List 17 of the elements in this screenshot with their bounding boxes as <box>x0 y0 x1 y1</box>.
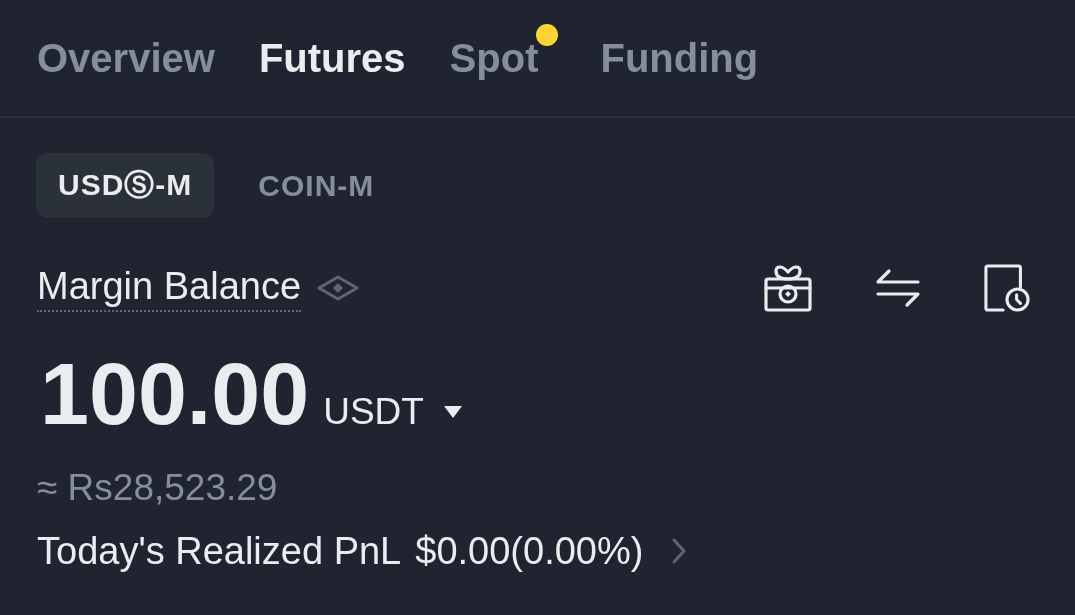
document-clock-icon[interactable] <box>984 264 1030 312</box>
tab[interactable]: Spot <box>449 32 539 84</box>
tab[interactable]: Overview <box>37 32 215 84</box>
margin-balance-label[interactable]: Margin Balance <box>37 264 302 312</box>
pnl-value: $0.00(0.00%) <box>415 529 644 574</box>
tab[interactable]: Futures <box>258 32 406 84</box>
fiat-equivalent: ≈ Rs28,523.29 <box>37 466 278 510</box>
currency-dropdown[interactable]: USDT <box>323 391 462 433</box>
sub-tab[interactable]: COIN-M <box>236 153 397 218</box>
gift-icon[interactable] <box>764 264 812 312</box>
balance-amount: 100.00 <box>40 346 310 442</box>
pnl-label: Today's Realized PnL <box>37 529 402 574</box>
sub-tab[interactable]: USDⓈ-M <box>36 153 215 218</box>
eye-icon[interactable] <box>317 274 360 302</box>
chevron-right-icon[interactable] <box>671 537 688 565</box>
caret-icon <box>443 406 462 418</box>
tab[interactable]: Funding <box>600 32 759 84</box>
